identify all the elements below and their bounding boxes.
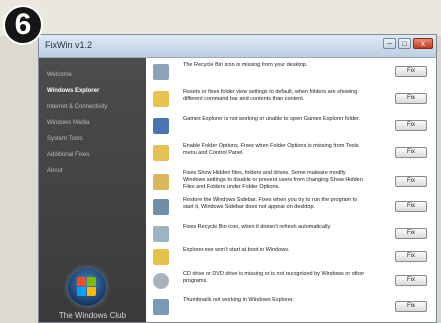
window-title: FixWin v1.2	[45, 40, 93, 50]
minimize-button[interactable]: –	[383, 38, 396, 49]
fix-description: Thumbnails not working in Windows Explor…	[183, 297, 294, 303]
fix-row-folder-options: Enable Folder Options. Fixes when Folder…	[147, 143, 436, 171]
fix-button[interactable]: Fix	[395, 93, 427, 104]
fixwin-window: FixWin v1.2 – □ x Welcome Windows Explor…	[38, 34, 437, 323]
fix-description: Resets or fixes folder view settings to …	[183, 89, 358, 102]
sidebar-icon	[153, 199, 169, 215]
fix-button[interactable]: Fix	[395, 147, 427, 158]
explorer-icon	[153, 249, 169, 265]
sidebar-item-windows-explorer[interactable]: Windows Explorer	[47, 88, 99, 94]
fix-button[interactable]: Fix	[395, 228, 427, 239]
fix-button[interactable]: Fix	[395, 66, 427, 77]
window-controls: – □ x	[383, 38, 433, 49]
hidden-files-icon	[153, 174, 169, 190]
sidebar-item-additional-fixes[interactable]: Additional Fixes	[47, 152, 89, 158]
fix-button[interactable]: Fix	[395, 275, 427, 286]
sidebar-item-windows-media[interactable]: Windows Media	[47, 120, 89, 126]
folder-icon	[153, 91, 169, 107]
fix-description: Games Explorer is not working or unable …	[183, 116, 361, 122]
fix-description: Explorer.exe won't start at boot in Wind…	[183, 247, 290, 253]
fix-description: Fixes Recycle Bin icon, when it doesn't …	[183, 224, 332, 230]
close-button[interactable]: x	[413, 38, 433, 49]
sidebar: Welcome Windows Explorer Internet & Conn…	[39, 58, 146, 322]
photo-frame-top	[0, 0, 441, 36]
fix-description: The Recycle Bin icon is missing from you…	[183, 62, 308, 68]
photo-frame-left	[0, 36, 38, 323]
step-number-badge: 6	[3, 5, 43, 45]
cd-drive-icon	[153, 273, 169, 289]
fix-description: CD drive or DVD drive is missing or is n…	[183, 271, 365, 284]
games-explorer-icon	[153, 118, 169, 134]
fix-row-windows-sidebar: Restore the Windows Sidebar. Fixes when …	[147, 197, 436, 225]
fix-row-thumbnails: Thumbnails not working in Windows Explor…	[147, 297, 436, 322]
maximize-button[interactable]: □	[398, 38, 411, 49]
recycle-bin-icon	[153, 64, 169, 80]
fix-button[interactable]: Fix	[395, 201, 427, 212]
fix-description: Enable Folder Options. Fixes when Folder…	[183, 143, 359, 156]
thumbnails-icon	[153, 299, 169, 315]
title-bar[interactable]: FixWin v1.2 – □ x	[39, 35, 436, 58]
folder-options-icon	[153, 145, 169, 161]
sidebar-item-welcome[interactable]: Welcome	[47, 72, 72, 78]
fix-description: Restore the Windows Sidebar. Fixes when …	[183, 197, 358, 210]
windows-logo-icon	[68, 268, 106, 306]
fix-row-recycle-bin-missing: The Recycle Bin icon is missing from you…	[147, 62, 436, 90]
fix-row-show-hidden-files: Fixes Show Hidden files, folders and dri…	[147, 170, 436, 198]
fix-button[interactable]: Fix	[395, 251, 427, 262]
fix-description: Fixes Show Hidden files, folders and dri…	[183, 170, 363, 190]
sidebar-item-internet-connectivity[interactable]: Internet & Connectivity	[47, 104, 107, 110]
fix-row-folder-view: Resets or fixes folder view settings to …	[147, 89, 436, 117]
fix-button[interactable]: Fix	[395, 301, 427, 312]
the-windows-club-label: The Windows Club	[58, 311, 127, 320]
fix-row-games-explorer: Games Explorer is not working or unable …	[147, 116, 436, 144]
sidebar-item-system-tools[interactable]: System Tools	[47, 136, 83, 142]
fix-button[interactable]: Fix	[395, 120, 427, 131]
recycle-bin-refresh-icon	[153, 226, 169, 242]
sidebar-item-about[interactable]: About	[47, 168, 63, 174]
fix-button[interactable]: Fix	[395, 176, 427, 187]
fix-row-cd-dvd-drive: CD drive or DVD drive is missing or is n…	[147, 271, 436, 299]
